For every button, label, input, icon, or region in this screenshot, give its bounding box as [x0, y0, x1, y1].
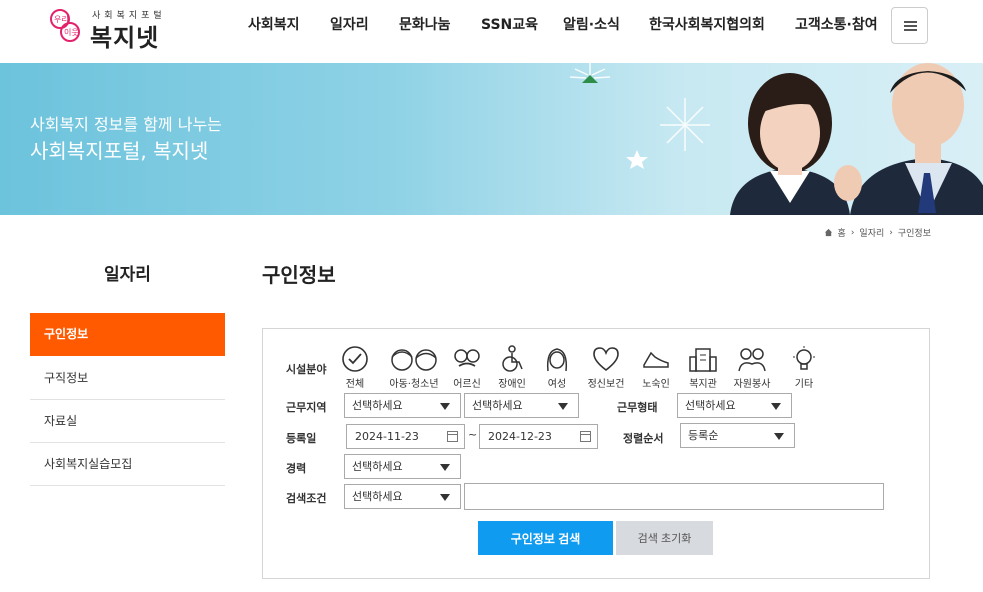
condition-select[interactable]: 선택하세요 — [344, 484, 461, 509]
date-label: 등록일 — [286, 432, 317, 445]
keyword-input[interactable] — [464, 483, 884, 510]
logo-mark-icon: 우리 이웃 — [50, 9, 80, 42]
sidebar-item-practicum[interactable]: 사회복지실습모집 — [30, 443, 225, 486]
chevron-down-icon — [440, 403, 450, 410]
glasses-mustache-icon — [454, 349, 480, 367]
category-label: 복지관 — [689, 379, 717, 390]
date-from-input[interactable]: 2024-11-23 — [346, 424, 465, 449]
category-label: 기타 — [794, 379, 814, 390]
woman-face-icon — [546, 348, 568, 372]
check-circle-icon — [342, 346, 368, 372]
region1-select[interactable]: 선택하세요 — [344, 393, 461, 418]
region2-select[interactable]: 선택하세요 — [464, 393, 579, 418]
field-label: 시설분야 — [286, 363, 327, 376]
logo-mark-text: 우리 — [54, 15, 69, 24]
category-elderly[interactable]: 어르신 — [444, 345, 490, 390]
date-to-input[interactable]: 2024-12-23 — [479, 424, 598, 449]
category-welfare-center[interactable]: 복지관 — [680, 345, 726, 390]
page-title: 구인정보 — [262, 263, 336, 287]
nav-item[interactable]: SSN교육 — [481, 14, 538, 34]
sidebar-title: 일자리 — [104, 265, 151, 285]
calendar-icon[interactable] — [447, 431, 458, 442]
category-label: 노숙인 — [642, 379, 670, 390]
wheelchair-icon — [502, 345, 523, 372]
category-homeless[interactable]: 노숙인 — [633, 345, 679, 390]
sidebar-item-job-offers[interactable]: 구인정보 — [30, 313, 225, 356]
man-figure — [834, 63, 983, 215]
svg-text:이웃: 이웃 — [64, 27, 79, 37]
breadcrumb: 홈 › 일자리 › 구인정보 — [824, 226, 931, 239]
menu-button[interactable] — [891, 7, 928, 44]
shoe-icon — [643, 351, 669, 368]
category-volunteer[interactable]: 자원봉사 — [729, 345, 775, 390]
worktype-select[interactable]: 선택하세요 — [677, 393, 792, 418]
category-label: 장애인 — [498, 379, 526, 390]
chevron-down-icon — [774, 433, 784, 440]
banner-line2: 사회복지포털, 복지넷 — [30, 139, 209, 163]
category-women[interactable]: 여성 — [534, 345, 580, 390]
heart-icon — [593, 347, 619, 372]
hero-banner: 사회복지 정보를 함께 나누는 사회복지포털, 복지넷 — [0, 63, 983, 215]
sidebar-item-resources[interactable]: 자료실 — [30, 400, 225, 443]
firework-icon — [660, 98, 710, 151]
career-select[interactable]: 선택하세요 — [344, 454, 461, 479]
category-label: 어르신 — [453, 379, 481, 390]
breadcrumb-home[interactable]: 홈 — [838, 226, 846, 239]
building-icon — [689, 348, 717, 372]
category-all[interactable]: 전체 — [332, 345, 378, 390]
lightbulb-icon — [793, 346, 815, 370]
woman-figure — [730, 73, 850, 215]
category-youth[interactable]: 아동·청소년 — [387, 345, 441, 390]
chevron-down-icon — [558, 403, 568, 410]
chevron-down-icon — [440, 464, 450, 471]
breadcrumb-level1[interactable]: 일자리 — [859, 226, 884, 239]
category-label: 아동·청소년 — [389, 379, 439, 390]
nav-item[interactable]: 사회복지 — [248, 14, 300, 34]
breadcrumb-level2[interactable]: 구인정보 — [898, 226, 931, 239]
sort-label: 정렬순서 — [623, 432, 664, 445]
site-logo[interactable]: 우리 이웃 사회복지포털 복지넷 — [48, 6, 168, 52]
category-mental-health[interactable]: 정신보건 — [583, 345, 629, 390]
region-label: 근무지역 — [286, 401, 327, 414]
nav-item[interactable]: 고객소통·참여 — [795, 14, 878, 34]
category-label: 여성 — [547, 379, 567, 390]
nav-item[interactable]: 한국사회복지협의회 — [649, 14, 765, 34]
category-label: 전체 — [345, 379, 365, 390]
sort-select[interactable]: 등록순 — [680, 423, 795, 448]
reset-search-button[interactable]: 검색 초기화 — [616, 521, 713, 555]
children-icon — [391, 349, 437, 371]
category-disabled[interactable]: 장애인 — [489, 345, 535, 390]
chevron-down-icon — [440, 494, 450, 501]
star-icon — [626, 150, 648, 169]
category-etc[interactable]: 기타 — [781, 345, 827, 390]
volunteers-icon — [738, 348, 766, 372]
sidebar-item-job-seekers[interactable]: 구직정보 — [30, 357, 225, 400]
nav-item[interactable]: 일자리 — [330, 14, 369, 34]
chevron-right-icon: › — [850, 227, 855, 238]
home-icon[interactable] — [824, 228, 833, 237]
condition-label: 검색조건 — [286, 492, 327, 505]
worktype-label: 근무형태 — [617, 401, 658, 414]
job-search-button[interactable]: 구인정보 검색 — [478, 521, 613, 555]
category-label: 자원봉사 — [733, 379, 771, 390]
logo-big-text: 복지넷 — [90, 24, 160, 52]
banner-line1: 사회복지 정보를 함께 나누는 — [30, 115, 222, 134]
nav-item[interactable]: 알림·소식 — [563, 14, 620, 34]
date-separator: ~ — [468, 428, 478, 441]
nav-item[interactable]: 문화나눔 — [399, 14, 451, 34]
category-label: 정신보건 — [587, 379, 625, 390]
calendar-icon[interactable] — [580, 431, 591, 442]
chevron-down-icon — [771, 403, 781, 410]
chevron-right-icon: › — [889, 227, 893, 238]
career-label: 경력 — [286, 462, 307, 475]
site-header: 우리 이웃 사회복지포털 복지넷 사회복지 일자리 문화나눔 SSN교육 알림·… — [0, 0, 983, 63]
hamburger-icon — [904, 21, 917, 23]
